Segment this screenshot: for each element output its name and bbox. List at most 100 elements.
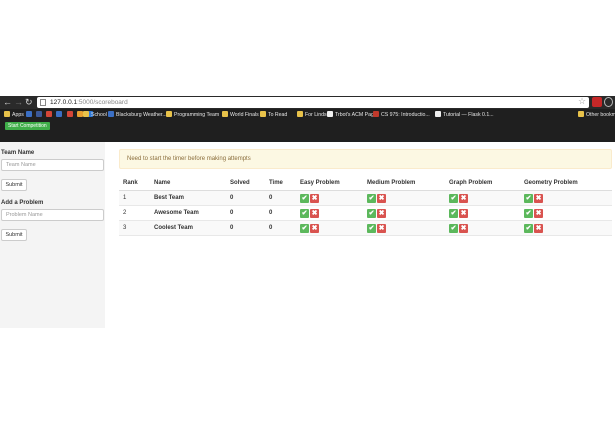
table-row: 1 Best Team 0 0 ✔ ✖ ✔ ✖ ✔ ✖ ✔ ✖ — [119, 191, 612, 206]
check-icon[interactable]: ✔ — [449, 194, 458, 203]
column-header-time: Time — [269, 180, 283, 186]
back-arrow-icon[interactable]: ← — [3, 97, 12, 108]
url-host: 127.0.0.1 — [50, 99, 78, 106]
check-icon[interactable]: ✔ — [524, 209, 533, 218]
attempt-buttons: ✔ ✖ — [449, 209, 468, 218]
problem-name-input[interactable]: Problem Name — [1, 209, 104, 221]
bookmark-to-read[interactable]: To Read — [260, 110, 287, 121]
page-icon — [40, 99, 46, 106]
gmail-icon — [46, 111, 52, 117]
weather-icon — [108, 111, 114, 117]
close-icon[interactable]: ✖ — [377, 209, 386, 218]
team-name-label: Team Name — [1, 150, 35, 156]
extension-icon[interactable] — [592, 97, 602, 107]
column-header-name: Name — [154, 180, 171, 186]
attempt-buttons: ✔ ✖ — [300, 209, 319, 218]
team-name-input[interactable]: Team Name — [1, 159, 104, 171]
attempt-buttons: ✔ ✖ — [524, 209, 543, 218]
close-icon[interactable]: ✖ — [377, 224, 386, 233]
blank-area — [0, 0, 615, 96]
check-icon[interactable]: ✔ — [367, 194, 376, 203]
folder-icon — [297, 111, 303, 117]
start-competition-button[interactable]: Start Competition — [5, 122, 50, 130]
bookmark-apps[interactable]: Apps — [4, 110, 24, 121]
column-header-rank: Rank — [123, 180, 138, 186]
attempt-buttons: ✔ ✖ — [367, 194, 386, 203]
attempt-buttons: ✔ ✖ — [367, 209, 386, 218]
folder-icon — [260, 111, 266, 117]
address-row: ← → ↻ 127.0.0.1:5000/scoreboard ☆ — [0, 96, 615, 109]
check-icon[interactable]: ✔ — [524, 194, 533, 203]
close-icon[interactable]: ✖ — [534, 194, 543, 203]
attempt-buttons: ✔ ✖ — [449, 224, 468, 233]
bookmark-blacksburg-weather[interactable]: Blacksburg Weather... — [108, 110, 167, 121]
close-icon[interactable]: ✖ — [534, 224, 543, 233]
close-icon[interactable]: ✖ — [534, 209, 543, 218]
page-icon — [327, 111, 333, 117]
bookmark-4[interactable] — [56, 110, 64, 121]
close-icon[interactable]: ✖ — [459, 224, 468, 233]
bookmark-label: To Read — [268, 112, 288, 118]
attempt-buttons: ✔ ✖ — [300, 194, 319, 203]
bookmark-trbot-s-acm-page[interactable]: Trbot's ACM Page — [327, 110, 377, 121]
team-submit-button[interactable]: Submit — [1, 179, 27, 191]
cell-name: Awesome Team — [154, 210, 199, 216]
bookmark-5[interactable] — [67, 110, 75, 121]
bookmark-label: Tutorial — Flask 0.1... — [443, 112, 494, 118]
reload-icon[interactable]: ↻ — [25, 97, 33, 108]
check-icon[interactable]: ✔ — [300, 194, 309, 203]
cell-solved: 0 — [230, 195, 234, 201]
close-icon[interactable]: ✖ — [459, 209, 468, 218]
timer-alert: Need to start the timer before making at… — [119, 149, 612, 169]
close-icon[interactable]: ✖ — [310, 194, 319, 203]
attempt-buttons: ✔ ✖ — [449, 194, 468, 203]
forward-arrow-icon[interactable]: → — [14, 97, 23, 108]
apps-grid-icon — [4, 111, 10, 117]
bookmark-label: CS 975: Introductio... — [381, 112, 430, 118]
close-icon[interactable]: ✖ — [310, 224, 319, 233]
cell-rank: 3 — [123, 225, 127, 231]
table-row: 3 Coolest Team 0 0 ✔ ✖ ✔ ✖ ✔ ✖ ✔ ✖ — [119, 221, 612, 236]
bookmark-icon-1 — [26, 111, 32, 117]
check-icon[interactable]: ✔ — [449, 209, 458, 218]
bookmark-label: Blacksburg Weather... — [116, 112, 167, 118]
bookmark-label: Trbot's ACM Page — [335, 112, 377, 118]
bookmark-label: Other bookm — [586, 112, 615, 118]
check-icon[interactable]: ✔ — [524, 224, 533, 233]
close-icon[interactable]: ✖ — [310, 209, 319, 218]
page-icon — [373, 111, 379, 117]
problem-submit-button[interactable]: Submit — [1, 229, 27, 241]
column-header-medium-problem: Medium Problem — [367, 180, 416, 186]
bookmark-school[interactable]: School — [83, 110, 107, 121]
bookmark-label: World Finals — [230, 112, 259, 118]
bookmark-label: School — [91, 112, 107, 118]
column-header-graph-problem: Graph Problem — [449, 180, 493, 186]
column-header-geometry-problem: Geometry Problem — [524, 180, 578, 186]
check-icon[interactable]: ✔ — [367, 224, 376, 233]
bookmark-world-finals[interactable]: World Finals — [222, 110, 259, 121]
bookmark-programming-team[interactable]: Programming Team — [166, 110, 219, 121]
bookmark-label: Apps — [12, 112, 24, 118]
bookmark-1[interactable] — [26, 110, 34, 121]
bookmark-other-bookm[interactable]: Other bookm — [578, 110, 615, 121]
bookmark-label: Programming Team — [174, 112, 220, 118]
check-icon[interactable]: ✔ — [300, 209, 309, 218]
address-bar[interactable]: 127.0.0.1:5000/scoreboard — [37, 97, 589, 108]
close-icon[interactable]: ✖ — [377, 194, 386, 203]
bookmark-icon-5 — [67, 111, 73, 117]
check-icon[interactable]: ✔ — [300, 224, 309, 233]
bookmark-cs-975-introductio[interactable]: CS 975: Introductio... — [373, 110, 430, 121]
attempt-buttons: ✔ ✖ — [300, 224, 319, 233]
bookmark-2[interactable] — [36, 110, 44, 121]
check-icon[interactable]: ✔ — [449, 224, 458, 233]
attempt-buttons: ✔ ✖ — [367, 224, 386, 233]
bookmark-star-icon[interactable]: ☆ — [578, 96, 586, 107]
app-navbar: Start Competition — [0, 121, 615, 142]
extension-icon-2[interactable] — [604, 97, 613, 107]
close-icon[interactable]: ✖ — [459, 194, 468, 203]
bookmark-3[interactable] — [46, 110, 54, 121]
column-header-solved: Solved — [230, 180, 250, 186]
bookmark-tutorial-flask-0-1[interactable]: Tutorial — Flask 0.1... — [435, 110, 494, 121]
check-icon[interactable]: ✔ — [367, 209, 376, 218]
cell-time: 0 — [269, 210, 273, 216]
